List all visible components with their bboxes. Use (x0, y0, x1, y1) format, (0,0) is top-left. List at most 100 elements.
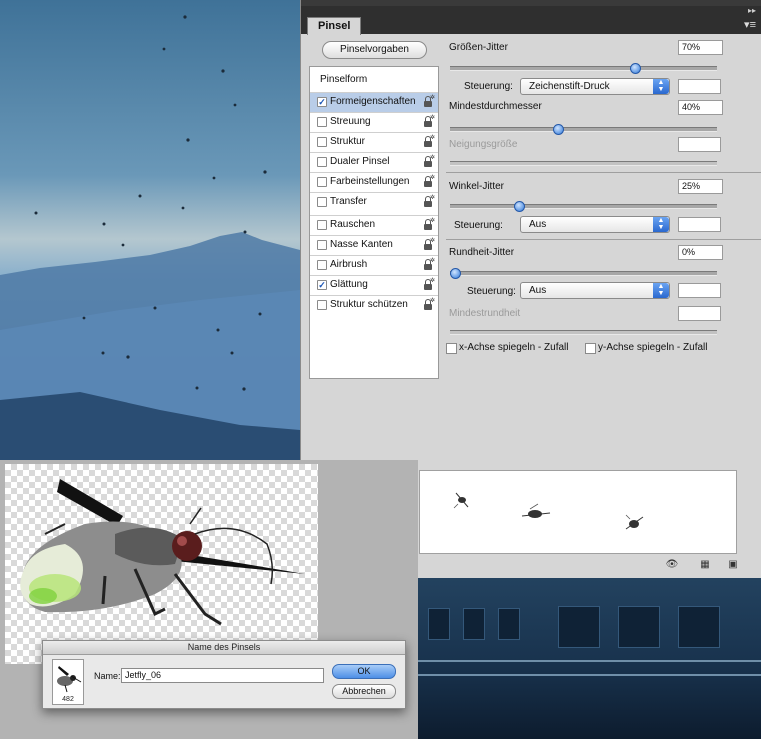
brush-option-row[interactable]: Streuung ✲ (310, 112, 438, 132)
checkbox-unchecked-icon[interactable] (317, 157, 327, 167)
name-field-label: Name: (94, 671, 121, 681)
panel-tab-bar: ▸▸ Pinsel ▾≡ (301, 0, 761, 35)
angle-jitter-slider[interactable] (450, 201, 717, 212)
brush-option-row[interactable]: Transfer ✲ (310, 192, 438, 212)
building-window (428, 608, 450, 640)
balcony-railing (418, 660, 761, 662)
brush-name-input[interactable]: Jetfly_06 (121, 668, 324, 683)
brush-thumbnail: 482 (52, 659, 84, 705)
brush-option-row[interactable]: Dualer Pinsel ✲ (310, 152, 438, 172)
brush-option-label: Glättung (330, 279, 368, 290)
angle-control-select[interactable]: Aus ▲ ▼ (520, 216, 670, 233)
brush-option-row[interactable]: Struktur schützen ✲ (310, 295, 438, 315)
checkbox-unchecked-icon[interactable] (317, 240, 327, 250)
lock-icon[interactable]: ✲ (424, 238, 435, 250)
lock-icon[interactable]: ✲ (424, 175, 435, 187)
lock-icon[interactable]: ✲ (424, 218, 435, 230)
tilt-scale-label: Neigungsgröße (449, 139, 518, 150)
brush-option-row[interactable]: Struktur ✲ (310, 132, 438, 152)
roundness-jitter-slider[interactable] (450, 268, 717, 279)
building-window (498, 608, 520, 640)
panel-menu-icon[interactable]: ▾≡ (744, 20, 756, 31)
balcony-railing (418, 674, 761, 676)
brush-stroke-preview (419, 470, 737, 554)
angle-jitter-value[interactable]: 25% (678, 179, 723, 194)
flip-y-label: y-Achse spiegeln - Zufall (598, 342, 708, 353)
brush-option-label: Formeigenschaften (330, 96, 416, 107)
brush-option-row[interactable]: Airbrush ✲ (310, 255, 438, 275)
tilt-scale-field[interactable] (678, 137, 721, 152)
grid-icon[interactable]: ▦ (699, 559, 711, 570)
brush-option-row[interactable]: Nasse Kanten ✲ (310, 235, 438, 255)
angle-jitter-slider-thumb[interactable] (514, 201, 525, 212)
brush-thumbnail-icon (57, 666, 82, 693)
preview-fly-3 (625, 514, 644, 530)
size-jitter-slider[interactable] (450, 63, 717, 74)
lock-icon[interactable]: ✲ (424, 155, 435, 167)
lock-icon[interactable]: ✲ (424, 95, 435, 107)
transparent-canvas[interactable] (5, 464, 318, 664)
min-diameter-slider-thumb[interactable] (553, 124, 564, 135)
checkbox-unchecked-icon[interactable] (317, 117, 327, 127)
lock-icon[interactable]: ✲ (424, 115, 435, 127)
building-window (558, 606, 600, 648)
cancel-button[interactable]: Abbrechen (332, 684, 396, 699)
tab-brush[interactable]: Pinsel (307, 17, 362, 35)
roundness-jitter-slider-thumb[interactable] (450, 268, 461, 279)
checkbox-unchecked-icon[interactable] (317, 220, 327, 230)
lock-icon[interactable]: ✲ (424, 258, 435, 270)
roundness-control-extra-field[interactable] (678, 283, 721, 298)
checkbox-unchecked-icon[interactable] (317, 300, 327, 310)
visibility-brush-icon[interactable]: 👁 (661, 559, 683, 570)
angle-control-label: Steuerung: (454, 220, 503, 231)
brush-option-row[interactable]: ✓ Formeigenschaften ✲ (310, 92, 438, 112)
angle-control-extra-field[interactable] (678, 217, 721, 232)
checkbox-unchecked-icon[interactable] (317, 260, 327, 270)
lock-icon[interactable]: ✲ (424, 195, 435, 207)
section-divider (446, 172, 761, 173)
roundness-control-select[interactable]: Aus ▲ ▼ (520, 282, 670, 299)
flip-x-checkbox[interactable] (446, 343, 457, 354)
section-divider (446, 239, 761, 240)
brush-size-label: 482 (62, 696, 74, 703)
min-roundness-field[interactable] (678, 306, 721, 321)
lock-icon[interactable]: ✲ (424, 135, 435, 147)
checkbox-checked-icon[interactable]: ✓ (317, 97, 327, 107)
flip-x-label[interactable]: x-Achse spiegeln - Zufall (459, 342, 569, 353)
checkbox-checked-icon[interactable]: ✓ (317, 280, 327, 290)
building-window (618, 606, 660, 648)
brush-option-label: Nasse Kanten (330, 239, 393, 250)
select-arrows-icon: ▲ ▼ (653, 283, 669, 298)
checkbox-unchecked-icon[interactable] (317, 137, 327, 147)
flip-y-checkbox[interactable] (585, 343, 596, 354)
size-control-extra-field[interactable] (678, 79, 721, 94)
lock-icon[interactable]: ✲ (424, 298, 435, 310)
size-control-select[interactable]: Zeichenstift-Druck ▲ ▼ (520, 78, 670, 95)
collapse-icon[interactable]: ▸▸ (748, 6, 756, 15)
background-photo-city (418, 578, 761, 739)
min-diameter-slider[interactable] (450, 124, 717, 135)
preview-fly-2 (521, 503, 551, 518)
preview-fly-1 (453, 492, 469, 509)
tilt-scale-slider[interactable] (450, 161, 717, 166)
select-arrows-icon: ▲ ▼ (653, 79, 669, 94)
new-preset-icon[interactable]: ▣ (727, 559, 739, 570)
brush-option-row[interactable]: Rauschen ✲ (310, 215, 438, 235)
size-jitter-slider-thumb[interactable] (630, 63, 641, 74)
roundness-jitter-value[interactable]: 0% (678, 245, 723, 260)
min-roundness-label: Mindestrundheit (449, 308, 521, 319)
checkbox-unchecked-icon[interactable] (317, 177, 327, 187)
brush-option-row[interactable]: Farbeinstellungen ✲ (310, 172, 438, 192)
roundness-jitter-label: Rundheit-Jitter (449, 247, 515, 258)
panel-header-strip (301, 0, 761, 6)
brush-tip-shape-heading[interactable]: Pinselform (320, 74, 367, 85)
size-jitter-value[interactable]: 70% (678, 40, 723, 55)
brush-presets-button[interactable]: Pinselvorgaben (322, 41, 427, 59)
brush-option-row[interactable]: ✓ Glättung ✲ (310, 275, 438, 295)
checkbox-unchecked-icon[interactable] (317, 197, 327, 207)
min-diameter-value[interactable]: 40% (678, 100, 723, 115)
lock-icon[interactable]: ✲ (424, 278, 435, 290)
min-diameter-label: Mindestdurchmesser (449, 101, 542, 112)
min-roundness-slider[interactable] (450, 330, 717, 335)
ok-button[interactable]: OK (332, 664, 396, 679)
